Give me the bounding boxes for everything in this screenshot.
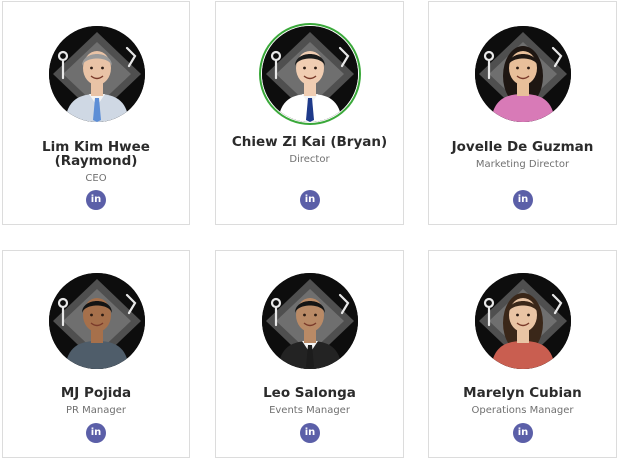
portrait-image: [49, 26, 145, 122]
team-card: Chiew Zi Kai (Bryan) Director in: [215, 1, 404, 225]
member-role: CEO: [85, 173, 107, 184]
portrait-image: [262, 273, 358, 369]
member-role: Events Manager: [269, 405, 350, 416]
avatar: [475, 26, 571, 122]
linkedin-icon[interactable]: in: [300, 423, 320, 443]
avatar: [49, 26, 145, 122]
linkedin-icon[interactable]: in: [513, 190, 533, 210]
avatar: [262, 273, 358, 369]
team-card: Jovelle De Guzman Marketing Director in: [428, 1, 617, 225]
portrait-image: [262, 26, 358, 122]
avatar: [262, 26, 358, 122]
linkedin-icon[interactable]: in: [86, 423, 106, 443]
linkedin-icon[interactable]: in: [513, 423, 533, 443]
member-role: Director: [289, 154, 330, 165]
portrait-image: [475, 273, 571, 369]
linkedin-icon[interactable]: in: [300, 190, 320, 210]
team-card: MJ Pojida PR Manager in: [2, 250, 190, 458]
member-name: MJ Pojida: [60, 385, 132, 401]
linkedin-icon[interactable]: in: [86, 190, 106, 210]
member-name: Chiew Zi Kai (Bryan): [231, 134, 388, 150]
portrait-image: [475, 26, 571, 122]
team-card: Marelyn Cubian Operations Manager in: [428, 250, 617, 458]
member-name: Leo Salonga: [263, 385, 356, 401]
member-name: Lim Kim Hwee (Raymond): [42, 139, 150, 169]
member-role: PR Manager: [66, 405, 126, 416]
portrait-image: [49, 273, 145, 369]
member-role: Operations Manager: [471, 405, 574, 416]
avatar: [49, 273, 145, 369]
avatar: [475, 273, 571, 369]
team-card: Lim Kim Hwee (Raymond) CEO in: [2, 1, 190, 225]
member-name: Marelyn Cubian: [463, 385, 582, 401]
member-name: Jovelle De Guzman: [451, 139, 594, 155]
member-role: Marketing Director: [475, 159, 570, 170]
team-card: Leo Salonga Events Manager in: [215, 250, 404, 458]
